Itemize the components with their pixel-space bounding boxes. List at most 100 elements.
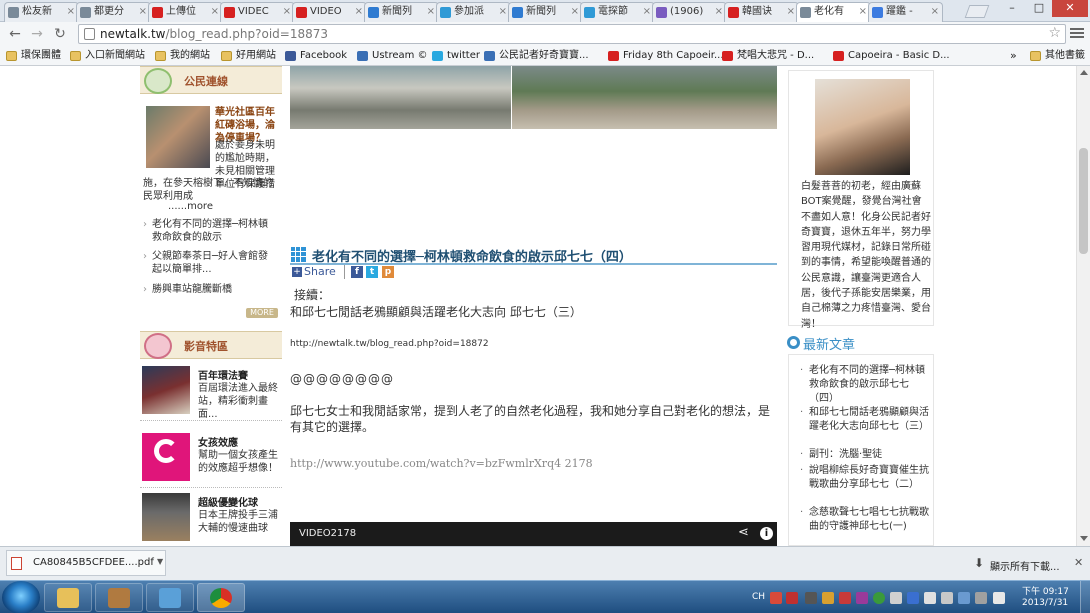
bookmark-item[interactable]: Capoeira - Basic D... xyxy=(833,48,950,64)
feature-image[interactable] xyxy=(146,106,210,168)
tab-close-icon[interactable]: × xyxy=(643,3,651,21)
tray-icon[interactable] xyxy=(822,592,834,604)
tab-close-icon[interactable]: × xyxy=(67,3,75,21)
video-thumb-1[interactable] xyxy=(142,366,190,414)
video-title-1[interactable]: 百年環法賽 xyxy=(198,367,248,382)
new-tab-button[interactable] xyxy=(964,5,990,18)
browser-tab[interactable]: (1906) × xyxy=(652,2,727,22)
tab-close-icon[interactable]: × xyxy=(715,3,723,21)
tab-close-icon[interactable]: × xyxy=(211,3,219,21)
tab-close-icon[interactable]: × xyxy=(859,3,867,21)
new-article-4[interactable]: 說唱柳綜長好奇寶寶催生抗戰歌曲分享邱七七（二） xyxy=(800,464,929,492)
browser-tab[interactable]: 韓國诀 × xyxy=(724,2,799,22)
tab-close-icon[interactable]: × xyxy=(427,3,435,21)
feature-more-link[interactable]: ......more xyxy=(168,201,213,212)
more-button[interactable]: MORE xyxy=(246,308,278,318)
bookmark-item[interactable]: 入口新聞網站 xyxy=(70,48,145,64)
video-title-3[interactable]: 超級優變化球 xyxy=(198,494,258,509)
tab-close-icon[interactable]: × xyxy=(931,3,939,21)
video-thumb-2[interactable] xyxy=(142,433,190,481)
browser-tab[interactable]: 老化有 × xyxy=(796,2,871,23)
scroll-up-arrow-icon[interactable] xyxy=(1080,70,1088,75)
tab-close-icon[interactable]: × xyxy=(283,3,291,21)
browser-tab[interactable]: 電探節 × xyxy=(580,2,655,22)
language-indicator[interactable]: CH xyxy=(752,592,765,602)
bookmarks-overflow-button[interactable]: » xyxy=(1010,48,1017,64)
scroll-down-arrow-icon[interactable] xyxy=(1080,536,1088,541)
tray-icon[interactable] xyxy=(958,592,970,604)
previous-article-link[interactable]: http://newtalk.tw/blog_read.php?oid=1887… xyxy=(290,339,489,349)
close-download-bar-button[interactable]: ✕ xyxy=(1074,556,1083,569)
tray-icon[interactable] xyxy=(805,592,817,604)
maximize-button[interactable]: □ xyxy=(1026,0,1052,17)
tray-icon[interactable] xyxy=(856,592,868,604)
taskbar-chrome[interactable] xyxy=(197,583,245,612)
tray-icon[interactable] xyxy=(770,592,782,604)
new-article-1[interactable]: 老化有不同的選擇─柯林頓救命飲食的啟示邱七七（四） xyxy=(800,364,929,406)
show-desktop-button[interactable] xyxy=(1080,581,1090,613)
start-button[interactable] xyxy=(2,581,40,613)
tray-icon[interactable] xyxy=(907,592,919,604)
chevron-down-icon[interactable]: ▼ xyxy=(157,557,163,566)
network-icon[interactable] xyxy=(941,592,953,604)
clock-date[interactable]: 2013/7/31 xyxy=(1022,598,1068,608)
author-avatar[interactable] xyxy=(815,79,910,175)
tab-close-icon[interactable]: × xyxy=(355,3,363,21)
left-link-1[interactable]: 老化有不同的選擇─柯林頓救命飲食的啟示 xyxy=(143,218,277,244)
back-button[interactable]: ← xyxy=(6,25,24,43)
share-button[interactable]: + Share xyxy=(292,265,336,279)
browser-tab[interactable]: 上傳位 × xyxy=(148,2,223,22)
tab-close-icon[interactable]: × xyxy=(571,3,579,21)
left-link-3[interactable]: 勝興車站龍騰斷橋 xyxy=(143,283,277,296)
taskbar-app[interactable] xyxy=(95,583,143,612)
tab-close-icon[interactable]: × xyxy=(787,3,795,21)
browser-tab[interactable]: 都更分 × xyxy=(76,2,151,22)
bookmark-star-icon[interactable]: ☆ xyxy=(1048,25,1061,41)
new-article-2[interactable]: 和邱七七閒話老鴉顯顧與活躍老化大志向邱七七（三） xyxy=(800,406,929,434)
tray-icon[interactable] xyxy=(839,592,851,604)
download-item[interactable]: CA80845B5CFDEE....pdf ▼ xyxy=(6,550,166,576)
youtube-link[interactable]: http://www.youtube.com/watch?v=bzFwmlrXr… xyxy=(290,456,593,472)
taskbar-paint[interactable] xyxy=(146,583,194,612)
browser-tab[interactable]: VIDEC × xyxy=(220,2,295,22)
reload-button[interactable]: ↻ xyxy=(51,25,69,43)
show-all-downloads-link[interactable]: 顯示所有下載... xyxy=(990,558,1060,573)
bookmark-item[interactable]: Friday 8th Capoeir... xyxy=(608,48,724,64)
bookmark-item[interactable]: 公民記者好奇寶寶... xyxy=(484,48,589,64)
new-article-5[interactable]: 念慈歌聲七七唱七七抗戰歌曲的守護神邱七七(一) xyxy=(800,506,929,534)
browser-tab[interactable]: 參加派 × xyxy=(436,2,511,22)
clock-time[interactable]: 下午 09:17 xyxy=(1022,584,1069,597)
video-player-bar[interactable]: VIDEO2178 ⋖ i xyxy=(290,522,777,546)
browser-tab[interactable]: 躍鑑 - × xyxy=(868,2,943,22)
close-window-button[interactable]: ✕ xyxy=(1052,0,1088,17)
info-icon[interactable]: i xyxy=(760,527,773,540)
bookmark-item[interactable]: Facebook xyxy=(285,48,347,64)
new-article-3[interactable]: 副刊：洗腦·聖徒 xyxy=(800,448,929,462)
tray-icon[interactable] xyxy=(873,592,885,604)
bookmark-item[interactable]: 我的網站 xyxy=(155,48,210,64)
tray-icon[interactable] xyxy=(975,592,987,604)
bookmark-item[interactable]: 環保團體 xyxy=(6,48,61,64)
forward-button[interactable]: → xyxy=(28,25,46,43)
tray-icon[interactable] xyxy=(993,592,1005,604)
tray-icon[interactable] xyxy=(786,592,798,604)
tab-close-icon[interactable]: × xyxy=(499,3,507,21)
other-bookmarks[interactable]: 其他書籤 xyxy=(1030,48,1085,64)
bookmark-item[interactable]: Ustream © xyxy=(357,48,428,64)
video-title-2[interactable]: 女孩效應 xyxy=(198,434,238,449)
share-icon[interactable]: ⋖ xyxy=(738,525,749,540)
address-bar[interactable]: newtalk.tw/blog_read.php?oid=18873 ☆ xyxy=(78,24,1066,44)
minimize-button[interactable]: – xyxy=(998,0,1026,17)
tray-icon[interactable] xyxy=(890,592,902,604)
browser-tab[interactable]: VIDEO × xyxy=(292,2,367,22)
scrollbar-thumb[interactable] xyxy=(1079,148,1088,254)
video-thumb-3[interactable] xyxy=(142,493,190,541)
taskbar-explorer[interactable] xyxy=(44,583,92,612)
bookmark-item[interactable]: 梵唱大悲咒 - D... xyxy=(722,48,814,64)
page-scrollbar[interactable] xyxy=(1076,66,1090,546)
browser-tab[interactable]: 松友新 × xyxy=(4,2,79,22)
menu-icon[interactable] xyxy=(1070,26,1084,40)
browser-tab[interactable]: 新聞列 × xyxy=(508,2,583,22)
left-link-2[interactable]: 父親節奉茶日─好人會館發起以簡單排... xyxy=(143,250,277,276)
facebook-share-icon[interactable]: f xyxy=(351,266,363,278)
